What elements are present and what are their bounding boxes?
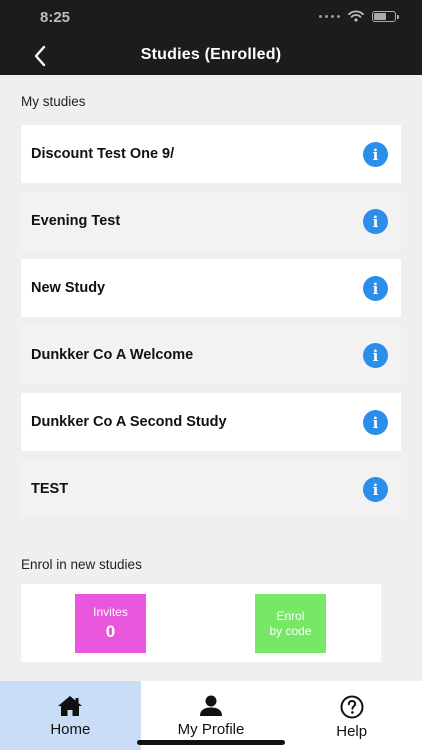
info-icon: i — [372, 145, 379, 164]
home-icon — [58, 696, 83, 716]
info-button[interactable]: i — [363, 142, 388, 167]
invites-label: Invites — [93, 604, 128, 619]
info-icon: i — [372, 413, 379, 432]
tab-home-label: Home — [50, 721, 91, 738]
study-name: Discount Test One 9/ — [31, 146, 175, 162]
study-name: Dunkker Co A Second Study — [31, 414, 227, 430]
study-name: Dunkker Co A Welcome — [31, 347, 194, 363]
tab-my-profile-label: My Profile — [177, 721, 245, 738]
enrol-by-code-line2: by code — [269, 623, 312, 638]
info-button[interactable]: i — [363, 410, 388, 435]
study-item-discount-test[interactable]: Discount Test One 9/ i — [21, 125, 401, 183]
study-item-dunkker-welcome[interactable]: Dunkker Co A Welcome i — [21, 326, 401, 384]
info-button[interactable]: i — [363, 477, 388, 502]
page-title: Studies (Enrolled) — [140, 46, 282, 63]
person-icon — [200, 695, 222, 716]
study-item-dunkker-second[interactable]: Dunkker Co A Second Study i — [21, 393, 401, 451]
info-button[interactable]: i — [363, 276, 388, 301]
status-icons — [319, 10, 399, 22]
info-icon: i — [372, 279, 379, 298]
info-button[interactable]: i — [363, 343, 388, 368]
header: 8:25 Studies (Enrolled) — [0, 0, 422, 75]
study-item-evening-test[interactable]: Evening Test i — [21, 192, 401, 250]
tab-help-label: Help — [336, 723, 368, 740]
enrol-by-code-line1: Enrol — [276, 609, 305, 624]
enrol-panel: Invites 0 Enrol by code — [21, 584, 381, 662]
signal-icon — [319, 14, 340, 18]
study-name: New Study — [31, 280, 106, 296]
home-indicator — [137, 740, 285, 745]
battery-icon — [372, 10, 399, 22]
status-time: 8:25 — [40, 9, 71, 26]
study-item-test[interactable]: TEST i — [21, 460, 401, 518]
invites-count: 0 — [105, 622, 116, 642]
enrol-label: Enrol in new studies — [21, 557, 142, 572]
wifi-icon — [348, 10, 364, 22]
enrol-by-code-button[interactable]: Enrol by code — [255, 594, 326, 653]
tab-home[interactable]: Home — [0, 681, 141, 750]
study-name: TEST — [31, 481, 69, 497]
study-name: Evening Test — [31, 213, 121, 229]
info-icon: i — [372, 346, 379, 365]
study-item-new-study[interactable]: New Study i — [21, 259, 401, 317]
tab-help[interactable]: Help — [281, 681, 422, 750]
info-icon: i — [372, 480, 379, 499]
info-icon: i — [372, 212, 379, 231]
my-studies-label: My studies — [21, 94, 86, 109]
info-button[interactable]: i — [363, 209, 388, 234]
invites-button[interactable]: Invites 0 — [75, 594, 146, 653]
help-icon — [340, 695, 364, 719]
